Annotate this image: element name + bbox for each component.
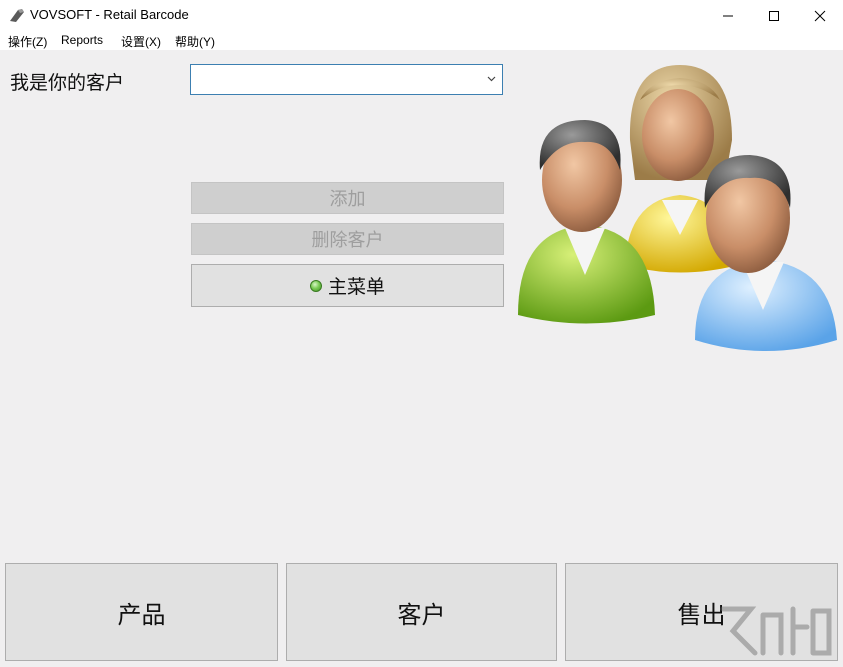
chevron-down-icon — [487, 76, 496, 82]
minimize-button[interactable] — [705, 0, 751, 31]
delete-customer-button[interactable]: 删除客户 — [191, 223, 504, 255]
close-icon — [814, 10, 826, 22]
customer-label: 我是你的客户 — [10, 68, 124, 95]
customers-button[interactable]: 客户 — [286, 563, 557, 661]
customer-select[interactable] — [190, 64, 503, 95]
menu-operations[interactable]: 操作(Z) — [8, 33, 47, 50]
green-dot-icon — [310, 280, 322, 292]
scanner-icon — [8, 7, 26, 23]
menu-help[interactable]: 帮助(Y) — [175, 33, 215, 50]
main-menu-label: 主菜单 — [328, 272, 385, 299]
menu-reports[interactable]: Reports — [61, 33, 103, 47]
maximize-icon — [768, 10, 780, 22]
products-button[interactable]: 产品 — [5, 563, 278, 661]
maximize-button[interactable] — [751, 0, 797, 31]
minimize-icon — [722, 10, 734, 22]
main-menu-button[interactable]: 主菜单 — [191, 264, 504, 307]
site-watermark-icon — [715, 597, 835, 663]
customers-group-icon — [510, 60, 843, 385]
close-button[interactable] — [797, 0, 843, 31]
menu-settings[interactable]: 设置(X) — [121, 33, 161, 50]
window-title: VOVSOFT - Retail Barcode — [30, 7, 189, 22]
title-bar: VOVSOFT - Retail Barcode — [0, 0, 843, 31]
add-button[interactable]: 添加 — [191, 182, 504, 214]
menu-bar: 操作(Z) Reports 设置(X) 帮助(Y) — [0, 31, 843, 50]
